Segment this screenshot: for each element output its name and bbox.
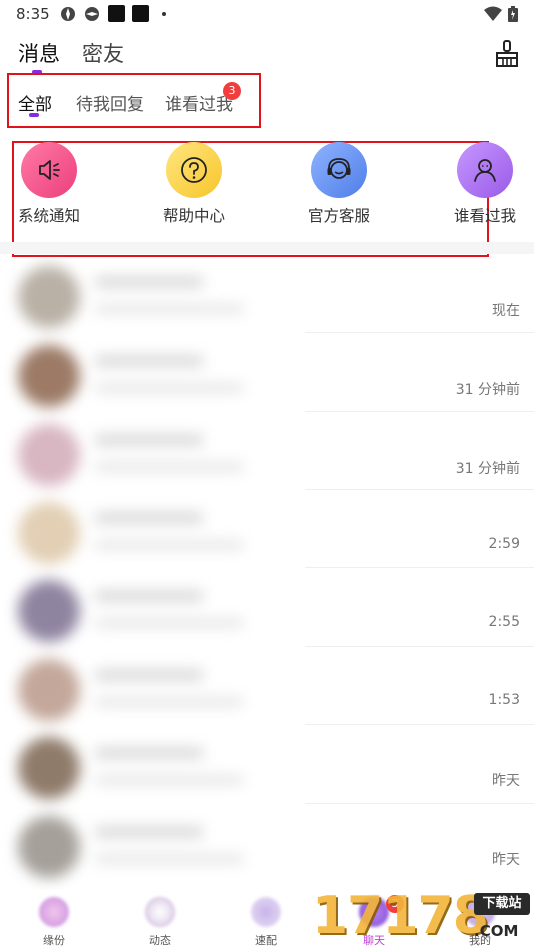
broom-icon[interactable] <box>494 40 520 68</box>
blurred-chat-preview <box>8 578 298 642</box>
chat-list-item[interactable]: 31 分钟前 <box>0 414 534 492</box>
blurred-chat-preview <box>8 264 298 328</box>
watermark-badge: 下载站 <box>474 893 530 915</box>
watermark-domain: .COM <box>474 922 519 940</box>
app-notification-icon <box>108 5 125 22</box>
battery-icon <box>508 6 518 22</box>
blurred-chat-preview <box>8 657 298 721</box>
nav-moments[interactable]: 动态 <box>120 895 200 950</box>
viewed-count-badge: 3 <box>223 82 241 100</box>
chat-time: 2:59 <box>488 536 520 552</box>
row-divider <box>305 803 534 804</box>
quick-entry-label: 官方客服 <box>307 207 370 225</box>
chat-time: 2:55 <box>488 614 520 630</box>
tab-messages[interactable]: 消息 <box>18 38 60 68</box>
row-divider <box>305 646 534 647</box>
row-divider <box>305 411 534 412</box>
more-notifications-icon <box>162 12 166 16</box>
blurred-chat-preview <box>8 735 298 799</box>
subtab-all[interactable]: 全部 <box>18 90 52 115</box>
row-divider <box>305 724 534 725</box>
quick-entry-label: 系统通知 <box>17 207 80 225</box>
headset-icon <box>311 142 367 198</box>
notification-icon <box>85 7 99 21</box>
quick-entry-system-notice[interactable]: 系统通知 <box>4 142 94 232</box>
chat-list-item[interactable]: 现在 <box>0 256 534 334</box>
chat-time: 昨天 <box>492 852 520 868</box>
avatar <box>18 816 80 878</box>
chat-list-item[interactable]: 31 分钟前 <box>0 335 534 413</box>
avatar <box>18 580 80 642</box>
site-watermark: 17178 <box>312 886 489 946</box>
avatar <box>18 424 80 486</box>
chat-time: 31 分钟前 <box>455 461 520 477</box>
chat-list-item[interactable]: 2:55 <box>0 570 534 648</box>
avatar <box>18 345 80 407</box>
subtab-awaiting-reply[interactable]: 待我回复 <box>76 90 144 115</box>
chat-list-item[interactable]: 昨天 <box>0 727 534 805</box>
chat-time: 31 分钟前 <box>455 382 520 398</box>
nav-label: 缘份 <box>43 934 65 947</box>
chat-list-item[interactable]: 昨天 <box>0 806 534 884</box>
avatar <box>18 502 80 564</box>
quick-entry-label: 谁看过我 <box>453 207 516 225</box>
blurred-chat-preview <box>8 814 298 878</box>
row-divider <box>305 332 534 333</box>
avatar <box>18 266 80 328</box>
user-icon <box>457 142 513 198</box>
wifi-icon <box>484 6 502 21</box>
notification-icon <box>61 7 75 21</box>
avatar <box>18 659 80 721</box>
blurred-chat-preview <box>8 500 298 564</box>
chat-time: 昨天 <box>492 773 520 789</box>
tab-close-friends[interactable]: 密友 <box>82 38 124 68</box>
section-divider <box>0 242 534 254</box>
question-icon <box>166 142 222 198</box>
moments-icon <box>145 897 175 927</box>
status-bar: 8:35 <box>0 0 534 28</box>
speaker-icon <box>21 142 77 198</box>
fate-icon <box>39 897 69 927</box>
chat-list-item[interactable]: 2:59 <box>0 492 534 570</box>
status-time: 8:35 <box>16 5 50 23</box>
blurred-chat-preview <box>8 343 298 407</box>
nav-fate[interactable]: 缘份 <box>14 895 94 950</box>
row-divider <box>305 489 534 490</box>
match-icon <box>251 897 281 927</box>
quick-entry-customer-service[interactable]: 官方客服 <box>294 142 384 232</box>
subtab-indicator <box>29 113 39 117</box>
quick-entry-help-center[interactable]: 帮助中心 <box>149 142 239 232</box>
nav-match[interactable]: 速配 <box>226 895 306 950</box>
chat-time: 1:53 <box>488 692 520 708</box>
nav-label: 动态 <box>149 934 171 947</box>
quick-entry-label: 帮助中心 <box>162 207 225 225</box>
app-notification-icon <box>132 5 149 22</box>
chat-list-item[interactable]: 1:53 <box>0 649 534 727</box>
nav-label: 速配 <box>255 934 277 947</box>
chat-time: 现在 <box>492 303 520 319</box>
quick-entry-who-viewed-me[interactable]: 谁看过我 <box>440 142 530 232</box>
row-divider <box>305 567 534 568</box>
avatar <box>18 737 80 799</box>
blurred-chat-preview <box>8 422 298 486</box>
